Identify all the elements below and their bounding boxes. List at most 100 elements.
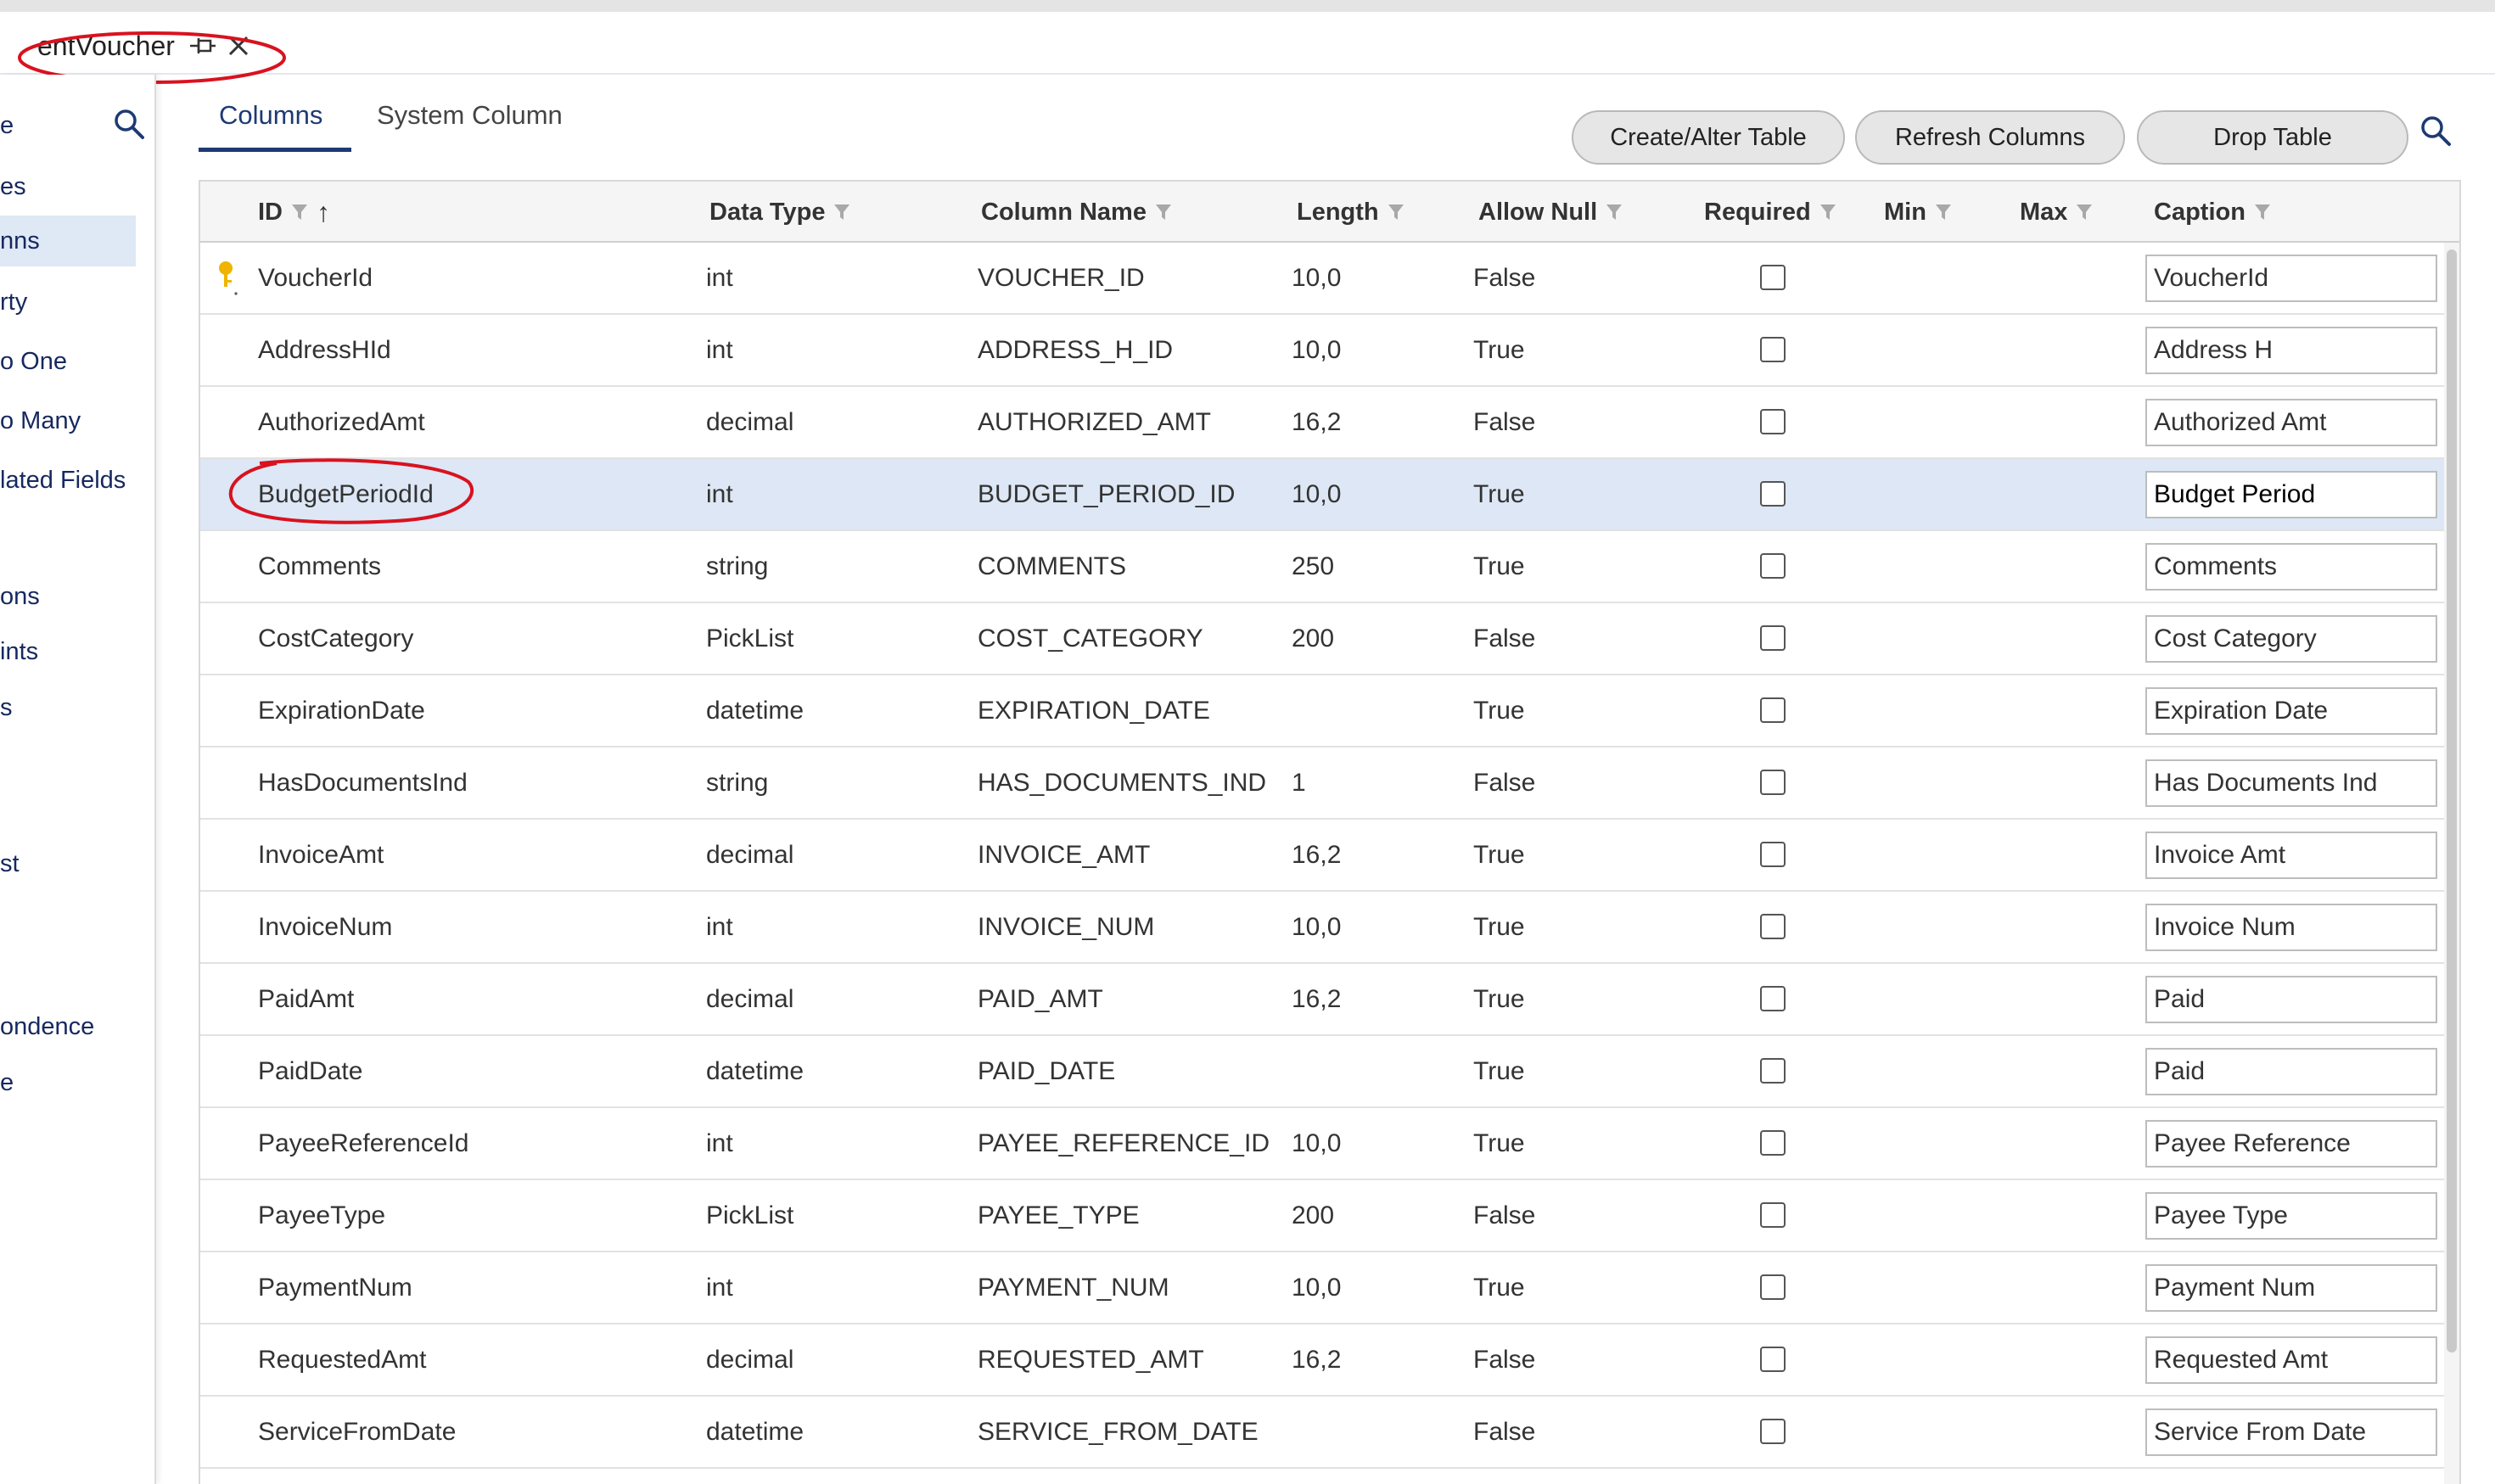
sidebar-item[interactable]: ints xyxy=(0,626,136,677)
caption-input[interactable]: Service From Date xyxy=(2145,1408,2437,1456)
sidebar-item[interactable]: es xyxy=(0,161,136,212)
table-row[interactable]: ExpirationDate datetime EXPIRATION_DATE Tru… xyxy=(200,675,2444,748)
header-length[interactable]: Length xyxy=(1297,182,1404,243)
table-row[interactable]: Comments string COMMENTS 250 True Comments xyxy=(200,531,2444,603)
caption-input[interactable]: Expiration Date xyxy=(2145,687,2437,735)
sidebar-item[interactable]: o One xyxy=(0,336,136,387)
filter-icon[interactable] xyxy=(2076,203,2093,221)
header-max[interactable]: Max xyxy=(2020,182,2093,243)
cell-length: 10,0 xyxy=(1292,264,1342,292)
filter-icon[interactable] xyxy=(1935,203,1952,221)
table-row[interactable]: BudgetPeriodId int BUDGET_PERIOD_ID 10,0 Tru… xyxy=(200,459,2444,531)
caption-input[interactable]: Requested Amt xyxy=(2145,1336,2437,1384)
sidebar-item-columns[interactable]: nns xyxy=(0,216,136,266)
table-row[interactable]: HasDocumentsInd string HAS_DOCUMENTS_IND 1 F… xyxy=(200,748,2444,820)
header-allow-null[interactable]: Allow Null xyxy=(1478,182,1623,243)
tab-system-column[interactable]: System Column xyxy=(377,100,563,131)
required-checkbox[interactable] xyxy=(1760,1202,1786,1228)
search-icon[interactable] xyxy=(2419,114,2453,148)
table-row[interactable]: PaidDate datetime PAID_DATE True Paid xyxy=(200,1036,2444,1108)
table-row[interactable]: RequestedAmt decimal REQUESTED_AMT 16,2 Fals… xyxy=(200,1324,2444,1397)
pin-icon[interactable] xyxy=(188,33,217,59)
close-icon[interactable] xyxy=(226,33,251,59)
create-alter-table-button[interactable]: Create/Alter Table xyxy=(1572,110,1845,165)
filter-icon[interactable] xyxy=(833,203,850,221)
caption-input[interactable]: Comments xyxy=(2145,543,2437,591)
required-checkbox[interactable] xyxy=(1760,770,1786,795)
caption-input[interactable]: Cost Category xyxy=(2145,615,2437,663)
sidebar-item[interactable]: ondence xyxy=(0,1001,136,1052)
table-row[interactable]: AddressHId int ADDRESS_H_ID 10,0 True Address… xyxy=(200,315,2444,387)
cell-allow-null: False xyxy=(1473,408,1536,436)
header-id[interactable]: ID ↑ xyxy=(258,182,330,243)
required-checkbox[interactable] xyxy=(1760,1347,1786,1372)
required-checkbox[interactable] xyxy=(1760,986,1786,1011)
required-checkbox[interactable] xyxy=(1760,1274,1786,1300)
sidebar-item[interactable]: e xyxy=(0,1057,136,1108)
caption-input[interactable]: Address H xyxy=(2145,327,2437,374)
filter-icon[interactable] xyxy=(1606,203,1623,221)
tab-columns[interactable]: Columns xyxy=(219,100,322,131)
sidebar-item[interactable]: ons xyxy=(0,571,136,622)
caption-input[interactable]: Has Documents Ind xyxy=(2145,759,2437,807)
required-checkbox[interactable] xyxy=(1760,409,1786,434)
header-required[interactable]: Required xyxy=(1704,182,1836,243)
table-row[interactable]: InvoiceAmt decimal INVOICE_AMT 16,2 True Invo… xyxy=(200,820,2444,892)
cell-allow-null: True xyxy=(1473,985,1525,1013)
required-checkbox[interactable] xyxy=(1760,337,1786,362)
header-column-name[interactable]: Column Name xyxy=(981,182,1172,243)
sidebar-item[interactable]: lated Fields xyxy=(0,455,136,506)
sidebar-item[interactable]: e xyxy=(0,100,136,151)
cell-allow-null: True xyxy=(1473,1274,1525,1302)
caption-input[interactable]: Payment Num xyxy=(2145,1264,2437,1312)
caption-input[interactable]: Payee Type xyxy=(2145,1192,2437,1240)
sort-ascending-icon[interactable]: ↑ xyxy=(317,197,330,228)
required-checkbox[interactable] xyxy=(1760,1130,1786,1156)
caption-input[interactable]: VoucherId xyxy=(2145,255,2437,302)
required-checkbox[interactable] xyxy=(1760,265,1786,290)
required-checkbox[interactable] xyxy=(1760,553,1786,579)
caption-input[interactable]: Invoice Amt xyxy=(2145,832,2437,879)
table-row[interactable]: PayeeType PickList PAYEE_TYPE 200 False Payee… xyxy=(200,1180,2444,1252)
table-row[interactable]: PaymentNum int PAYMENT_NUM 10,0 True Payment … xyxy=(200,1252,2444,1324)
table-row[interactable]: PayeeReferenceId int PAYEE_REFERENCE_ID 10,… xyxy=(200,1108,2444,1180)
scrollbar-thumb[interactable] xyxy=(2447,249,2457,1352)
drop-table-button[interactable]: Drop Table xyxy=(2137,110,2408,165)
required-checkbox[interactable] xyxy=(1760,697,1786,723)
filter-icon[interactable] xyxy=(1388,203,1404,221)
document-tab[interactable]: entVoucher xyxy=(19,19,283,73)
filter-icon[interactable] xyxy=(1819,203,1836,221)
filter-icon[interactable] xyxy=(2254,203,2271,221)
table-row[interactable]: AuthorizedAmt decimal AUTHORIZED_AMT 16,2 Fa… xyxy=(200,387,2444,459)
required-checkbox[interactable] xyxy=(1760,625,1786,651)
table-row[interactable]: InvoiceNum int INVOICE_NUM 10,0 True Invoice … xyxy=(200,892,2444,964)
header-caption[interactable]: Caption xyxy=(2154,182,2271,243)
caption-input[interactable]: Paid xyxy=(2145,976,2437,1023)
sidebar-item[interactable]: rty xyxy=(0,277,136,328)
refresh-columns-button[interactable]: Refresh Columns xyxy=(1855,110,2125,165)
table-row[interactable]: CostCategory PickList COST_CATEGORY 200 Fals… xyxy=(200,603,2444,675)
table-row[interactable]: VoucherId int VOUCHER_ID 10,0 False VoucherId xyxy=(200,243,2444,315)
header-data-type[interactable]: Data Type xyxy=(709,182,850,243)
required-checkbox[interactable] xyxy=(1760,1058,1786,1084)
caption-input[interactable]: Paid xyxy=(2145,1048,2437,1095)
caption-input[interactable]: Payee Reference xyxy=(2145,1120,2437,1168)
required-checkbox[interactable] xyxy=(1760,842,1786,867)
cell-column-name: PAID_AMT xyxy=(978,985,1103,1013)
caption-input[interactable]: Authorized Amt xyxy=(2145,399,2437,446)
vertical-scrollbar[interactable] xyxy=(2444,243,2459,1484)
header-min[interactable]: Min xyxy=(1884,182,1952,243)
sidebar-item[interactable]: st xyxy=(0,838,136,889)
cell-data-type: PickList xyxy=(706,1201,794,1229)
required-checkbox[interactable] xyxy=(1760,1419,1786,1444)
filter-icon[interactable] xyxy=(1155,203,1172,221)
required-checkbox[interactable] xyxy=(1760,481,1786,507)
sidebar-item[interactable]: s xyxy=(0,682,136,733)
required-checkbox[interactable] xyxy=(1760,914,1786,939)
table-row[interactable]: PaidAmt decimal PAID_AMT 16,2 True Paid xyxy=(200,964,2444,1036)
filter-icon[interactable] xyxy=(291,203,308,221)
caption-input[interactable]: Budget Period xyxy=(2145,471,2437,518)
table-row[interactable]: ServiceFromDate datetime SERVICE_FROM_DATE… xyxy=(200,1397,2444,1469)
caption-input[interactable]: Invoice Num xyxy=(2145,904,2437,951)
sidebar-item[interactable]: o Many xyxy=(0,395,136,446)
